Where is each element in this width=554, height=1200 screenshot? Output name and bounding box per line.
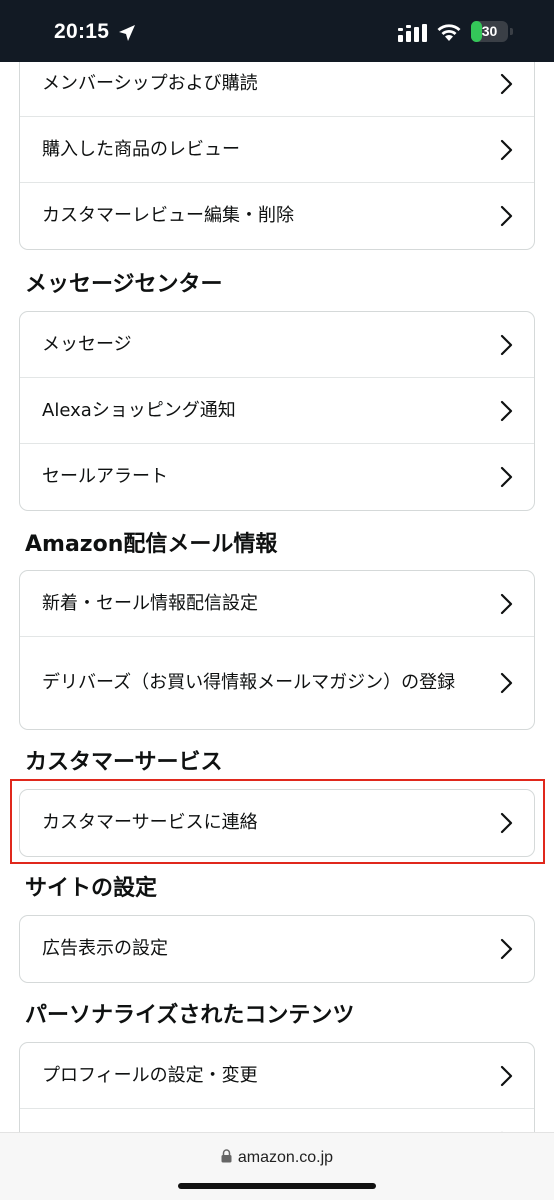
list-item-membership[interactable]: メンバーシップおよび購読 xyxy=(20,62,534,117)
chevron-right-icon xyxy=(500,73,513,94)
battery-icon: 30 xyxy=(471,21,508,42)
chevron-right-icon xyxy=(500,139,513,160)
chevron-right-icon xyxy=(500,672,513,694)
list-item-label xyxy=(42,1109,464,1132)
list-item-alexa-notifications[interactable]: Alexaショッピング通知 xyxy=(20,378,534,444)
card-account-reviews: メンバーシップおよび購読 購入した商品のレビュー カスタマーレビュー編集・削除 xyxy=(19,62,535,250)
signal-icon xyxy=(398,24,427,42)
page-content[interactable]: メンバーシップおよび購読 購入した商品のレビュー カスタマーレビュー編集・削除 … xyxy=(0,62,554,1132)
home-indicator xyxy=(178,1183,376,1189)
chevron-right-icon xyxy=(500,938,513,960)
browser-address-bar[interactable]: amazon.co.jp xyxy=(0,1132,554,1200)
section-title-personalized-content: パーソナライズされたコンテンツ xyxy=(25,1003,355,1028)
card-message-center: メッセージ Alexaショッピング通知 セールアラート xyxy=(19,311,535,511)
url-text: amazon.co.jp xyxy=(237,1149,334,1166)
list-item-label: デリバーズ（お買い得情報メールマガジン）の登録 xyxy=(42,672,456,693)
list-item-new-arrivals-settings[interactable]: 新着・セール情報配信設定 xyxy=(20,571,534,637)
section-title-amazon-mail: Amazon配信メール情報 xyxy=(25,532,278,557)
highlight-annotation-box xyxy=(10,779,545,864)
list-item-label: カスタマーレビュー編集・削除 xyxy=(42,205,294,226)
status-time: 20:15 xyxy=(54,20,110,43)
location-arrow-icon xyxy=(119,25,135,41)
card-personalized-content: プロフィールの設定・変更 xyxy=(19,1042,535,1132)
list-item-profile-settings[interactable]: プロフィールの設定・変更 xyxy=(20,1043,534,1109)
list-item-label: 購入した商品のレビュー xyxy=(42,138,240,160)
lock-icon xyxy=(221,1149,232,1163)
section-title-site-settings: サイトの設定 xyxy=(25,876,158,901)
list-item-label: プロフィールの設定・変更 xyxy=(42,1064,258,1086)
list-item-label: メンバーシップおよび購読 xyxy=(42,72,258,94)
list-item-label: セールアラート xyxy=(42,466,168,487)
list-item-edit-reviews[interactable]: カスタマーレビュー編集・削除 xyxy=(20,183,534,249)
url-display[interactable]: amazon.co.jp xyxy=(0,1149,554,1167)
list-item-partial[interactable] xyxy=(20,1109,534,1132)
chevron-right-icon xyxy=(500,334,513,355)
card-site-settings: 広告表示の設定 xyxy=(19,915,535,983)
wifi-icon xyxy=(437,24,461,41)
section-title-customer-service: カスタマーサービス xyxy=(25,750,223,775)
chevron-right-icon xyxy=(500,205,513,227)
card-amazon-mail: 新着・セール情報配信設定 デリバーズ（お買い得情報メールマガジン）の登録 xyxy=(19,570,535,730)
list-item-ad-settings[interactable]: 広告表示の設定 xyxy=(20,916,534,982)
list-item-messages[interactable]: メッセージ xyxy=(20,312,534,378)
list-item-label: 広告表示の設定 xyxy=(42,938,168,959)
list-item-purchased-reviews[interactable]: 購入した商品のレビュー xyxy=(20,117,534,183)
status-bar: 20:15 30 xyxy=(0,0,554,62)
battery-percent: 30 xyxy=(481,23,498,39)
chevron-right-icon xyxy=(500,593,513,614)
list-item-sale-alerts[interactable]: セールアラート xyxy=(20,444,534,510)
chevron-right-icon xyxy=(500,400,513,421)
section-title-message-center: メッセージセンター xyxy=(25,272,223,297)
list-item-label: メッセージ xyxy=(42,333,132,355)
chevron-right-icon xyxy=(500,1065,513,1086)
list-item-delivers-signup[interactable]: デリバーズ（お買い得情報メールマガジン）の登録 xyxy=(20,637,534,729)
chevron-right-icon xyxy=(500,466,513,488)
battery-tip xyxy=(510,28,513,35)
list-item-label: 新着・セール情報配信設定 xyxy=(42,592,258,614)
list-item-label: Alexaショッピング通知 xyxy=(42,399,236,421)
